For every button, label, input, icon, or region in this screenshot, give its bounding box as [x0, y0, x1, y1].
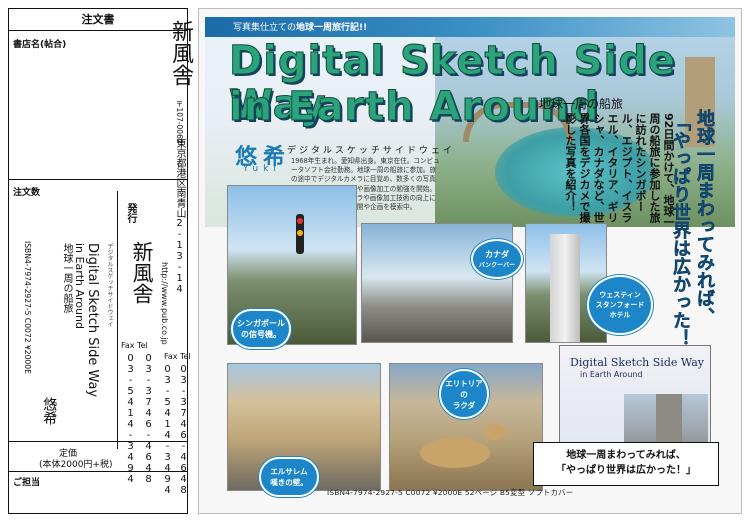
hotel-tower	[550, 234, 580, 342]
caption-eritrea: エリトリア の ラクダ	[439, 369, 489, 419]
callout-line1: 地球一周まわってみれば、	[566, 450, 686, 461]
headline-copy-1: 地球一周まわってみれば、	[694, 109, 715, 325]
caption-line: ウェスティン	[599, 291, 641, 299]
caption-line: の信号機。	[241, 330, 281, 339]
top-banner: 写真集仕立ての地球一周旅行記!!	[205, 17, 735, 37]
traffic-light	[296, 214, 304, 254]
quantity-label: 注文数	[13, 188, 41, 198]
publisher-address: 東京都港区南青山2-13-14	[174, 138, 185, 295]
fax-label: Fax	[121, 341, 135, 350]
callout-line2: 「やっぱり世界は広かった！」	[556, 465, 696, 476]
caption-line: 嘆きの壁。	[270, 478, 308, 487]
camel-head	[484, 424, 506, 440]
banner-lead: 写真集仕立ての	[233, 23, 297, 33]
book-subtitle: 地球一周の船旅	[61, 243, 72, 313]
caption-line: ラクダ	[452, 400, 476, 410]
book-title-line1: Digital Sketch Side Way	[85, 243, 100, 398]
caption-line: エリトリア	[445, 378, 483, 388]
publisher-name: 新風舎	[168, 20, 193, 86]
author-name: 悠希	[41, 397, 57, 425]
caption-line: バンクーバー	[478, 262, 516, 269]
tel-number: 03-3746-4648	[178, 364, 189, 496]
caption-canada: カナダ バンクーバー	[471, 239, 523, 279]
caption-line: ホテル	[609, 311, 631, 319]
book-details-footer: ISBN4-7974-2927-5 C0072 ¥2000E 52ページ B5変…	[327, 488, 574, 497]
title-kana: デジタルスケッチサイドウェイ	[287, 146, 455, 156]
isbn: ISBN4-7974-2927-5 C0072 ¥2000E	[23, 241, 32, 374]
contact-label: ご担当	[13, 478, 41, 488]
banner-emphasis: 地球一周旅行記!!	[296, 23, 368, 33]
book-cover-title: Digital Sketch Side Way	[570, 356, 704, 369]
publisher-url: http://www.pub.co.jp	[160, 262, 169, 345]
publisher-role-label: 発行	[125, 203, 136, 223]
caption-line: カナダ	[485, 250, 509, 259]
fax-tel-labels: Fax Tel	[164, 352, 191, 361]
caption-line: スタンフォード	[595, 301, 645, 309]
banner-text: 写真集仕立ての地球一周旅行記!!	[233, 20, 367, 33]
vertical-copy: 92日間かけて、地球一周の船旅に参加した旅に訪れたシンガポール、エジプト、イスラ…	[564, 113, 675, 228]
author-roman: Yuki	[243, 164, 281, 174]
fax-label: Fax	[164, 352, 178, 361]
headline-copy-2: 「やっぱり世界は広かった！」	[670, 113, 691, 365]
fax-number: 03-5414-3494	[162, 364, 173, 496]
divider	[117, 191, 118, 449]
caption-singapore: シンガポール の信号機。	[231, 309, 291, 349]
book-obi-callout: 地球一周まわってみれば、 「やっぱり世界は広かった！」	[533, 442, 719, 486]
tel-label: Tel	[180, 352, 191, 361]
flyer-subtitle: 地球一周の船旅	[539, 97, 624, 111]
caption-jerusalem: エルサレム 嘆きの壁。	[259, 457, 319, 497]
book-title-line2: in Earth Around	[73, 243, 86, 329]
red-light	[297, 218, 303, 224]
caption-line: エルサレム	[270, 467, 308, 476]
camel-body	[420, 438, 490, 468]
caption-westin: ウェスティン スタンフォード ホテル	[587, 275, 653, 335]
tel-label: Tel	[137, 341, 148, 350]
caption-line: シンガポール	[237, 319, 285, 328]
fax-number: 03-5414-3494	[125, 353, 136, 485]
shop-name-label: 書店名(帖合)	[13, 40, 67, 50]
fax-tel-labels: Fax Tel	[121, 341, 148, 350]
price-value: (本体2000円+税)	[39, 460, 113, 470]
title-kana: デジタルスケッチサイドウェイ	[106, 243, 113, 327]
yellow-light	[297, 230, 303, 236]
book-cover-subtitle: in Earth Around	[580, 370, 643, 379]
caption-line: の	[460, 389, 468, 399]
publisher-column: 新風舎 〒107-0062 東京都港区南青山2-13-14 http://www…	[150, 8, 198, 514]
flyer: 写真集仕立ての地球一周旅行記!! Digital Sketch Side Way…	[198, 8, 742, 514]
